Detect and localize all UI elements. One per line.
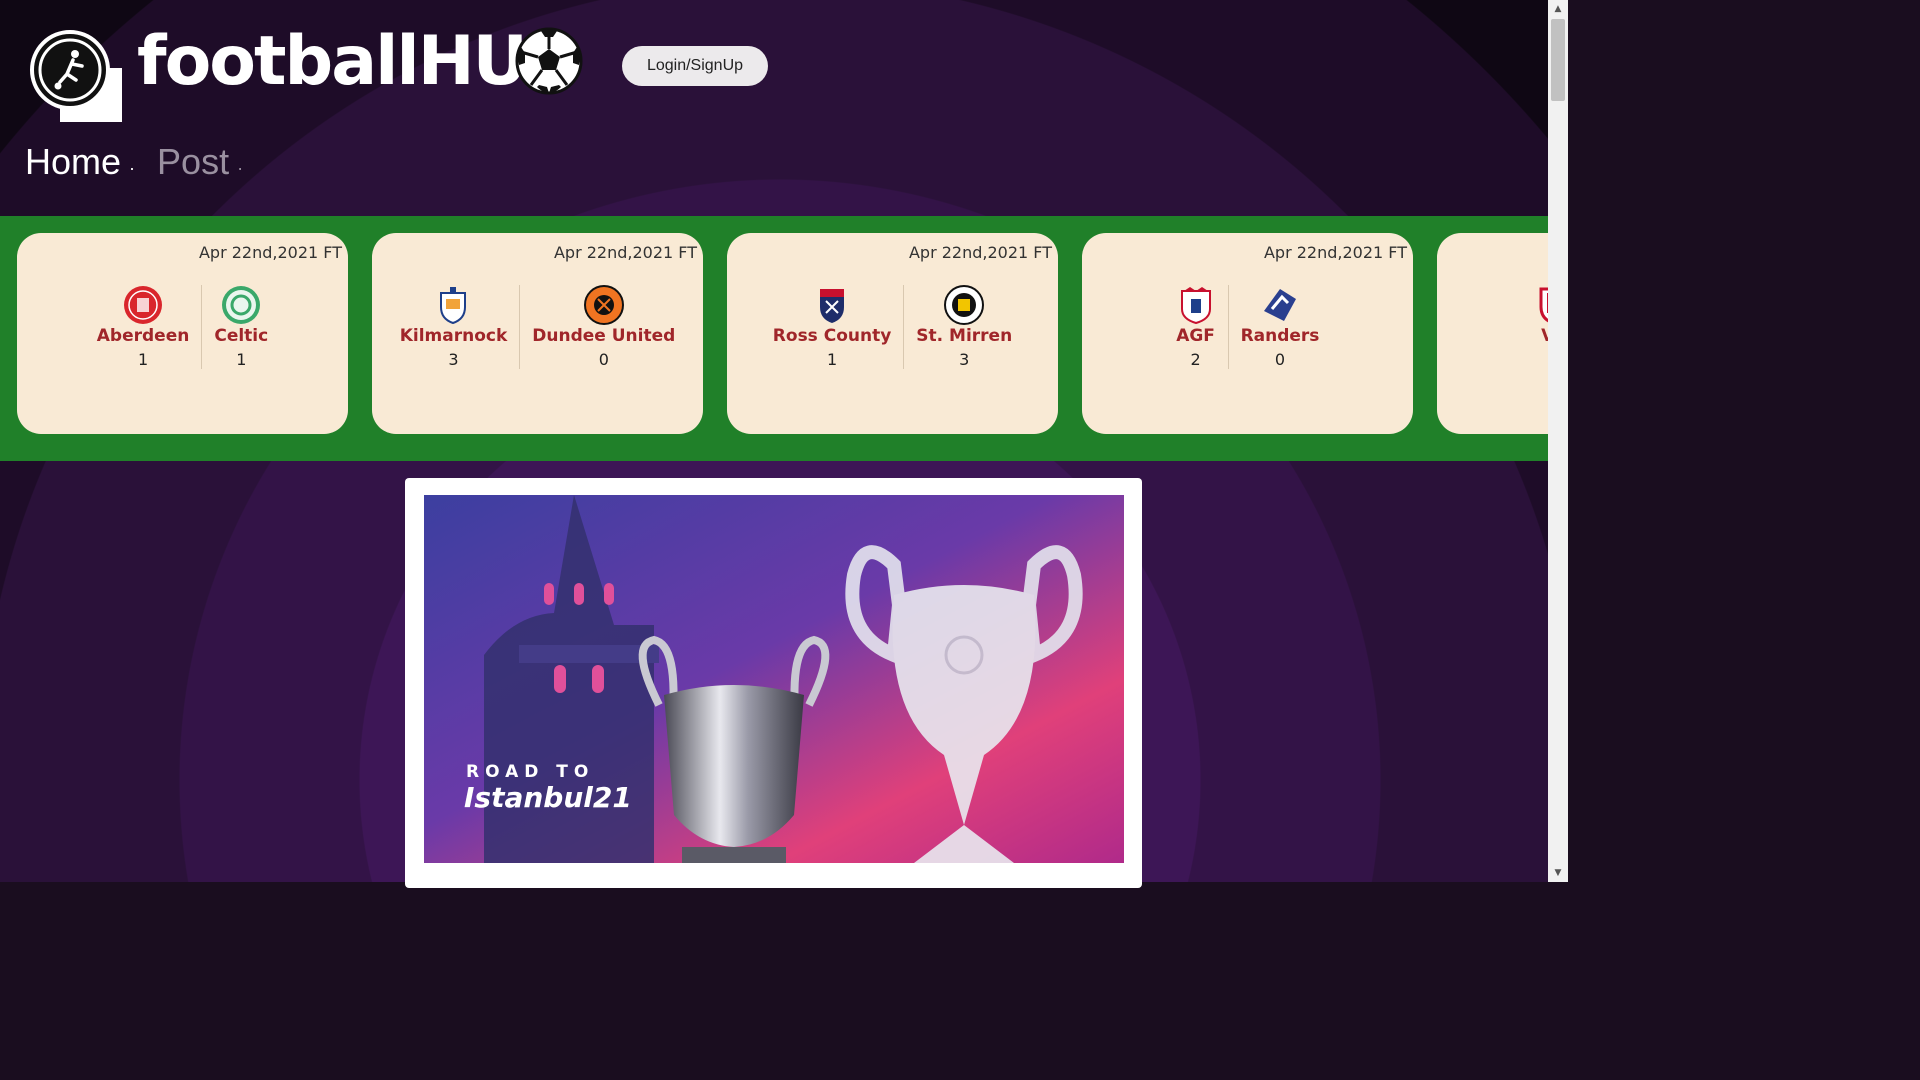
- post-image-caption-line1: ROAD TO: [466, 762, 594, 782]
- team-score: 0: [1274, 350, 1286, 369]
- home-team: Ve: [1521, 285, 1548, 346]
- away-team: Celtic 1: [201, 285, 280, 369]
- nav-item-home[interactable]: Home ·: [25, 138, 135, 192]
- vertical-scrollbar[interactable]: ▲ ▼: [1548, 0, 1568, 882]
- st-mirren-crest-icon: [944, 285, 985, 325]
- home-team: Aberdeen 1: [85, 285, 202, 369]
- away-team: Randers 0: [1227, 285, 1332, 369]
- fixture-card[interactable]: Apr 22nd,2021 FT AGF 2 Randers 0: [1082, 233, 1413, 434]
- site-header: footballHUB Login/SignUp Home · Post ·: [0, 0, 1548, 215]
- nav-separator: ·: [237, 158, 244, 178]
- fixture-card[interactable]: Apr 22nd,2021 FT Kilmarnock 3 Dundee Uni…: [372, 233, 703, 434]
- fixture-card[interactable]: Apr 22nd,2021 FT Ross County 1 St. Mirre…: [727, 233, 1058, 434]
- team-name[interactable]: Ross County: [773, 326, 892, 346]
- fixtures-bar: Apr 22nd,2021 FT Aberdeen 1 Celtic 1 Apr…: [0, 216, 1548, 461]
- team-name[interactable]: Celtic: [214, 326, 268, 346]
- vejle-crest-icon: [1539, 287, 1548, 323]
- nav-separator: ·: [129, 158, 136, 178]
- team-name[interactable]: Aberdeen: [97, 326, 190, 346]
- nav-item-post[interactable]: Post ·: [157, 138, 243, 192]
- brand-name[interactable]: footballHUB: [137, 22, 578, 102]
- home-team: AGF 2: [1164, 285, 1228, 369]
- soccer-ball-icon: [515, 27, 583, 95]
- team-name[interactable]: St. Mirren: [916, 326, 1012, 346]
- celtic-crest-icon: [222, 286, 261, 324]
- scroll-up-icon[interactable]: ▲: [1548, 0, 1568, 18]
- away-team: Dundee United 0: [519, 285, 687, 369]
- login-signup-button[interactable]: Login/SignUp: [622, 46, 768, 86]
- randers-crest-icon: [1264, 289, 1296, 321]
- home-team: Ross County 1: [761, 285, 904, 369]
- fixture-date: Apr 22nd,2021 FT: [1263, 243, 1407, 262]
- team-score: 2: [1190, 350, 1201, 369]
- post-image-caption-line2: Istanbul21: [464, 781, 632, 814]
- scroll-thumb[interactable]: [1551, 19, 1565, 101]
- team-score: 0: [598, 350, 609, 369]
- scroll-down-icon[interactable]: ▼: [1548, 864, 1568, 882]
- team-name[interactable]: Kilmarnock: [400, 326, 508, 346]
- fixture-card[interactable]: Apr 22nd,2021 FT Aberdeen 1 Celtic 1: [17, 233, 348, 434]
- main-nav: Home · Post ·: [25, 138, 243, 192]
- home-team: Kilmarnock 3: [388, 285, 520, 369]
- away-team: St. Mirren 3: [903, 285, 1024, 369]
- team-name[interactable]: Ve: [1541, 326, 1548, 346]
- dundee-united-crest-icon: [583, 285, 624, 325]
- aberdeen-crest-icon: [124, 286, 163, 324]
- fixture-card[interactable]: Ve: [1437, 233, 1548, 434]
- player-kicking-icon[interactable]: [30, 30, 122, 122]
- team-name[interactable]: AGF: [1176, 326, 1215, 346]
- agf-crest-icon: [1180, 287, 1211, 325]
- kilmarnock-crest-icon: [440, 287, 467, 325]
- team-name[interactable]: Dundee United: [532, 326, 675, 346]
- team-name[interactable]: Randers: [1241, 326, 1320, 346]
- team-score: 1: [236, 350, 247, 369]
- team-score: 3: [448, 350, 459, 369]
- fixture-date: Apr 22nd,2021 FT: [198, 243, 342, 262]
- post-image[interactable]: ROAD TO Istanbul21: [424, 495, 1124, 863]
- team-score: 1: [137, 350, 149, 369]
- ross-county-crest-icon: [820, 289, 845, 323]
- fixture-date: Apr 22nd,2021 FT: [908, 243, 1052, 262]
- post-card[interactable]: ROAD TO Istanbul21: [405, 478, 1142, 888]
- team-score: 1: [826, 350, 838, 369]
- fixture-date: Apr 22nd,2021 FT: [553, 243, 697, 262]
- team-score: 3: [959, 350, 970, 369]
